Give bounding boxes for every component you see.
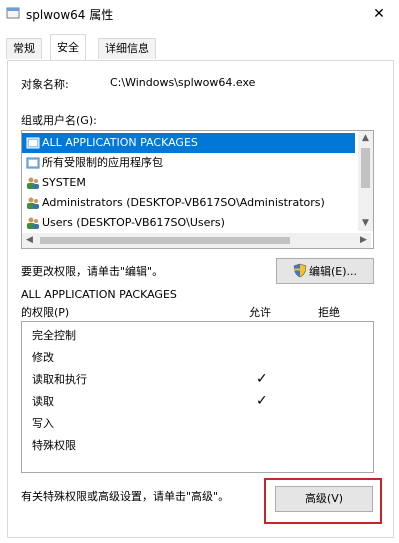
title-bar: splwow64 属性 ✕ [0, 0, 399, 28]
users-icon [27, 217, 39, 229]
window-title: splwow64 属性 [26, 8, 114, 22]
tab-security[interactable]: 安全 [50, 34, 86, 61]
tab-general[interactable]: 常规 [6, 38, 42, 59]
close-button[interactable]: ✕ [359, 0, 399, 28]
permission-row: 读取 [32, 395, 54, 408]
object-name-label: 对象名称: [21, 78, 69, 91]
horizontal-scrollbar[interactable]: ◀ ▶ [22, 233, 371, 248]
list-item[interactable]: 所有受限制的应用程序包 [22, 153, 355, 173]
users-icon [27, 197, 39, 209]
app-icon [6, 7, 20, 19]
list-item-label: Users (DESKTOP-VB617SO\Users) [42, 216, 225, 229]
deny-header: 拒绝 [318, 306, 340, 319]
scroll-thumb[interactable] [40, 237, 290, 244]
list-item[interactable]: ALL APPLICATION PACKAGES [22, 133, 355, 153]
groups-label: 组或用户名(G): [21, 114, 97, 127]
list-item-label: ALL APPLICATION PACKAGES [42, 136, 198, 149]
permissions-list: 完全控制 修改 读取和执行 读取 写入 特殊权限 ✓ ✓ [21, 321, 374, 473]
tab-bar: 常规 安全 详细信息 [0, 34, 399, 61]
permission-row: 特殊权限 [32, 439, 76, 452]
vertical-scrollbar[interactable]: ▲ ▼ [358, 131, 373, 231]
scroll-left-icon[interactable]: ◀ [22, 233, 37, 248]
scroll-right-icon[interactable]: ▶ [356, 233, 371, 248]
permissions-subtitle: 的权限(P) [21, 306, 70, 319]
shield-icon [293, 263, 307, 278]
permission-row: 读取和执行 [32, 373, 87, 386]
list-item-label: Administrators (DESKTOP-VB617SO\Administ… [42, 196, 325, 209]
permission-row: 完全控制 [32, 329, 76, 342]
permission-row: 写入 [32, 417, 54, 430]
edit-hint: 要更改权限，请单击"编辑"。 [21, 265, 164, 278]
permission-row: 修改 [32, 351, 54, 364]
advanced-button-label: 高级(V) [304, 492, 344, 505]
permissions-title: ALL APPLICATION PACKAGES [21, 288, 177, 301]
allow-check-icon: ✓ [256, 393, 268, 409]
tab-details[interactable]: 详细信息 [98, 38, 156, 59]
list-item[interactable]: SYSTEM [22, 173, 355, 193]
scroll-down-icon[interactable]: ▼ [358, 216, 373, 231]
advanced-hint: 有关特殊权限或高级设置，请单击"高级"。 [21, 490, 230, 503]
list-item[interactable]: Administrators (DESKTOP-VB617SO\Administ… [22, 193, 355, 213]
edit-button-label: 编辑(E)... [309, 265, 358, 278]
users-icon [27, 177, 39, 189]
allow-header: 允许 [249, 306, 271, 319]
allow-check-icon: ✓ [256, 371, 268, 387]
scroll-up-icon[interactable]: ▲ [358, 131, 373, 146]
object-name-value: C:\Windows\splwow64.exe [110, 76, 256, 89]
list-item-label: 所有受限制的应用程序包 [42, 156, 163, 169]
list-item[interactable]: Users (DESKTOP-VB617SO\Users) [22, 213, 355, 233]
list-item-label: SYSTEM [42, 176, 86, 189]
package-icon [26, 157, 40, 169]
advanced-button[interactable]: 高级(V) [275, 486, 373, 512]
package-icon [26, 137, 40, 149]
close-icon: ✕ [373, 6, 385, 22]
edit-button[interactable]: 编辑(E)... [276, 258, 374, 284]
scroll-thumb[interactable] [361, 148, 370, 188]
groups-listbox[interactable]: ALL APPLICATION PACKAGES 所有受限制的应用程序包 SYS… [21, 130, 374, 249]
